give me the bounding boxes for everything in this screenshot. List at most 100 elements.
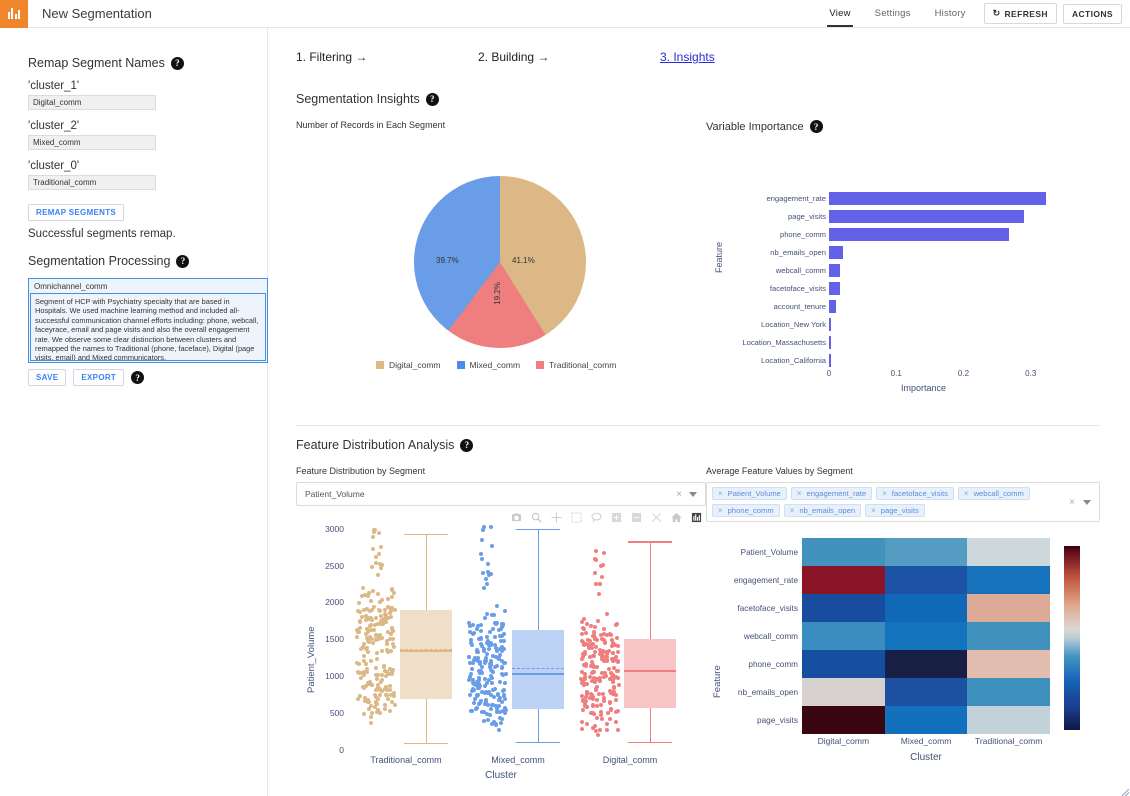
vi-bar[interactable] xyxy=(829,299,837,313)
remove-tag-icon[interactable]: × xyxy=(959,489,974,498)
refresh-button[interactable]: ↻ REFRESH xyxy=(983,3,1057,24)
feature-tag[interactable]: × page_visits xyxy=(865,504,925,517)
heatmap-cell[interactable] xyxy=(884,706,968,734)
heatmap-cell[interactable] xyxy=(884,650,968,678)
vi-bar[interactable] xyxy=(829,227,1009,241)
heatmap-cell[interactable] xyxy=(802,566,885,594)
help-icon[interactable]: ? xyxy=(425,92,439,106)
heatmap-cell[interactable] xyxy=(802,538,885,566)
vi-bar[interactable] xyxy=(829,281,840,295)
pie-legend[interactable]: Digital_comm Mixed_comm Traditional_comm xyxy=(376,360,616,370)
heatmap-cell[interactable] xyxy=(802,706,885,734)
help-icon[interactable]: ? xyxy=(460,438,474,452)
remove-tag-icon[interactable]: × xyxy=(877,489,892,498)
heatmap-cell[interactable] xyxy=(967,566,1051,594)
heatmap-cell[interactable] xyxy=(967,594,1051,622)
cluster-0-input[interactable]: Traditional_comm xyxy=(28,175,156,190)
feature-tag[interactable]: × Patient_Volume xyxy=(712,487,787,500)
help-icon[interactable]: ? xyxy=(170,56,184,70)
remove-tag-icon[interactable]: × xyxy=(792,489,807,498)
legend-item-mixed[interactable]: Mixed_comm xyxy=(456,360,520,370)
variable-importance-chart[interactable]: Feature engagement_rate page_visits phone_… xyxy=(706,155,1100,405)
heatmap-cell[interactable] xyxy=(884,678,968,706)
heatmap-cell[interactable] xyxy=(802,622,885,650)
help-icon[interactable]: ? xyxy=(176,254,190,268)
reset-home-icon[interactable] xyxy=(671,512,682,523)
vi-bar[interactable] xyxy=(829,191,1046,205)
vi-bar[interactable] xyxy=(829,353,831,367)
cluster-2-input[interactable]: Mixed_comm xyxy=(28,135,156,150)
camera-icon[interactable] xyxy=(511,512,522,523)
autoscale-icon[interactable] xyxy=(651,512,662,523)
box-plot-chart[interactable]: Patient_Volume 0 500 1000 1500 2000 2500 3000 … xyxy=(296,524,706,781)
feature-tag[interactable]: × engagement_rate xyxy=(790,487,873,500)
heatmap-cell[interactable] xyxy=(802,650,885,678)
segment-description-textarea[interactable]: Segment of HCP with Psychiatry specialty… xyxy=(30,293,266,361)
tab-history[interactable]: History xyxy=(923,0,978,27)
step-insights-link[interactable]: 3. Insights xyxy=(660,50,715,64)
box-x-tick: Traditional_comm xyxy=(370,755,442,765)
help-icon[interactable]: ? xyxy=(131,371,145,384)
features-multiselect[interactable]: × Patient_Volume × engagement_rate × facetofa… xyxy=(706,482,1100,522)
zoom-in-icon[interactable] xyxy=(611,512,622,523)
heatmap-cell[interactable] xyxy=(802,594,885,622)
cluster-1-input[interactable]: Digital_comm xyxy=(28,95,156,110)
remove-tag-icon[interactable]: × xyxy=(713,489,728,498)
pie-chart[interactable]: 41.1% 39.7% 19.2% Digital_comm Mixed_com… xyxy=(296,166,706,381)
remove-tag-icon[interactable]: × xyxy=(785,506,800,515)
save-button[interactable]: SAVE xyxy=(28,369,67,386)
chevron-down-icon[interactable] xyxy=(689,491,697,497)
feature-tag[interactable]: × phone_comm xyxy=(712,504,780,517)
box[interactable] xyxy=(624,639,676,708)
feature-select[interactable]: Patient_Volume × xyxy=(296,482,706,506)
heatmap-cell[interactable] xyxy=(967,650,1051,678)
heatmap-cell[interactable] xyxy=(884,622,968,650)
plotly-modebar[interactable] xyxy=(296,512,706,523)
vi-bar[interactable] xyxy=(829,209,1024,223)
chevron-down-icon[interactable] xyxy=(1083,499,1091,505)
pan-icon[interactable] xyxy=(551,512,562,523)
heatmap-cell[interactable] xyxy=(967,678,1051,706)
heatmap-cell[interactable] xyxy=(967,622,1051,650)
remove-tag-icon[interactable]: × xyxy=(713,506,728,515)
box-group[interactable]: Traditional_comm xyxy=(352,525,460,765)
zoom-icon[interactable] xyxy=(531,512,542,523)
plotly-logo-icon[interactable] xyxy=(691,512,702,523)
actions-button[interactable]: ACTIONS xyxy=(1062,3,1122,24)
export-button[interactable]: EXPORT xyxy=(73,369,125,386)
heatmap-cell[interactable] xyxy=(802,678,885,706)
vi-bar[interactable] xyxy=(829,317,831,331)
clear-all-icon[interactable]: × xyxy=(1069,497,1075,508)
heatmap-cell[interactable] xyxy=(884,594,968,622)
remove-tag-icon[interactable]: × xyxy=(866,506,881,515)
remap-segments-button[interactable]: REMAP SEGMENTS xyxy=(28,204,125,221)
heatmap-cell[interactable] xyxy=(967,538,1051,566)
step-building[interactable]: 2. Building → xyxy=(478,50,660,64)
box-group[interactable]: Mixed_comm xyxy=(464,525,572,765)
feature-tag[interactable]: × webcall_comm xyxy=(957,487,1030,500)
legend-item-traditional[interactable]: Traditional_comm xyxy=(536,360,616,370)
lasso-icon[interactable] xyxy=(591,512,602,523)
tab-view[interactable]: View xyxy=(817,0,862,27)
feature-tag[interactable]: × facetoface_visits xyxy=(876,487,954,500)
zoom-out-icon[interactable] xyxy=(631,512,642,523)
feature-tag[interactable]: × nb_emails_open xyxy=(783,504,862,517)
help-icon[interactable]: ? xyxy=(809,120,823,133)
heatmap-cell[interactable] xyxy=(884,538,968,566)
step-insights[interactable]: 3. Insights xyxy=(660,50,842,64)
box[interactable] xyxy=(400,609,452,700)
vi-bar[interactable] xyxy=(829,245,844,259)
segment-name-input[interactable]: Omnichannel_comm xyxy=(29,279,267,293)
box-group[interactable]: Digital_comm xyxy=(576,525,684,765)
legend-item-digital[interactable]: Digital_comm xyxy=(376,360,441,370)
box[interactable] xyxy=(512,630,564,710)
box-select-icon[interactable] xyxy=(571,512,582,523)
step-filtering[interactable]: 1. Filtering → xyxy=(296,50,478,64)
heatmap-cell[interactable] xyxy=(884,566,968,594)
clear-icon[interactable]: × xyxy=(676,489,682,500)
heatmap-chart[interactable]: Feature Patient_Volume engagement_rate fac… xyxy=(706,538,1100,773)
vi-bar[interactable] xyxy=(829,335,831,349)
heatmap-cell[interactable] xyxy=(967,706,1051,734)
tab-settings[interactable]: Settings xyxy=(863,0,923,27)
vi-bar[interactable] xyxy=(829,263,841,277)
